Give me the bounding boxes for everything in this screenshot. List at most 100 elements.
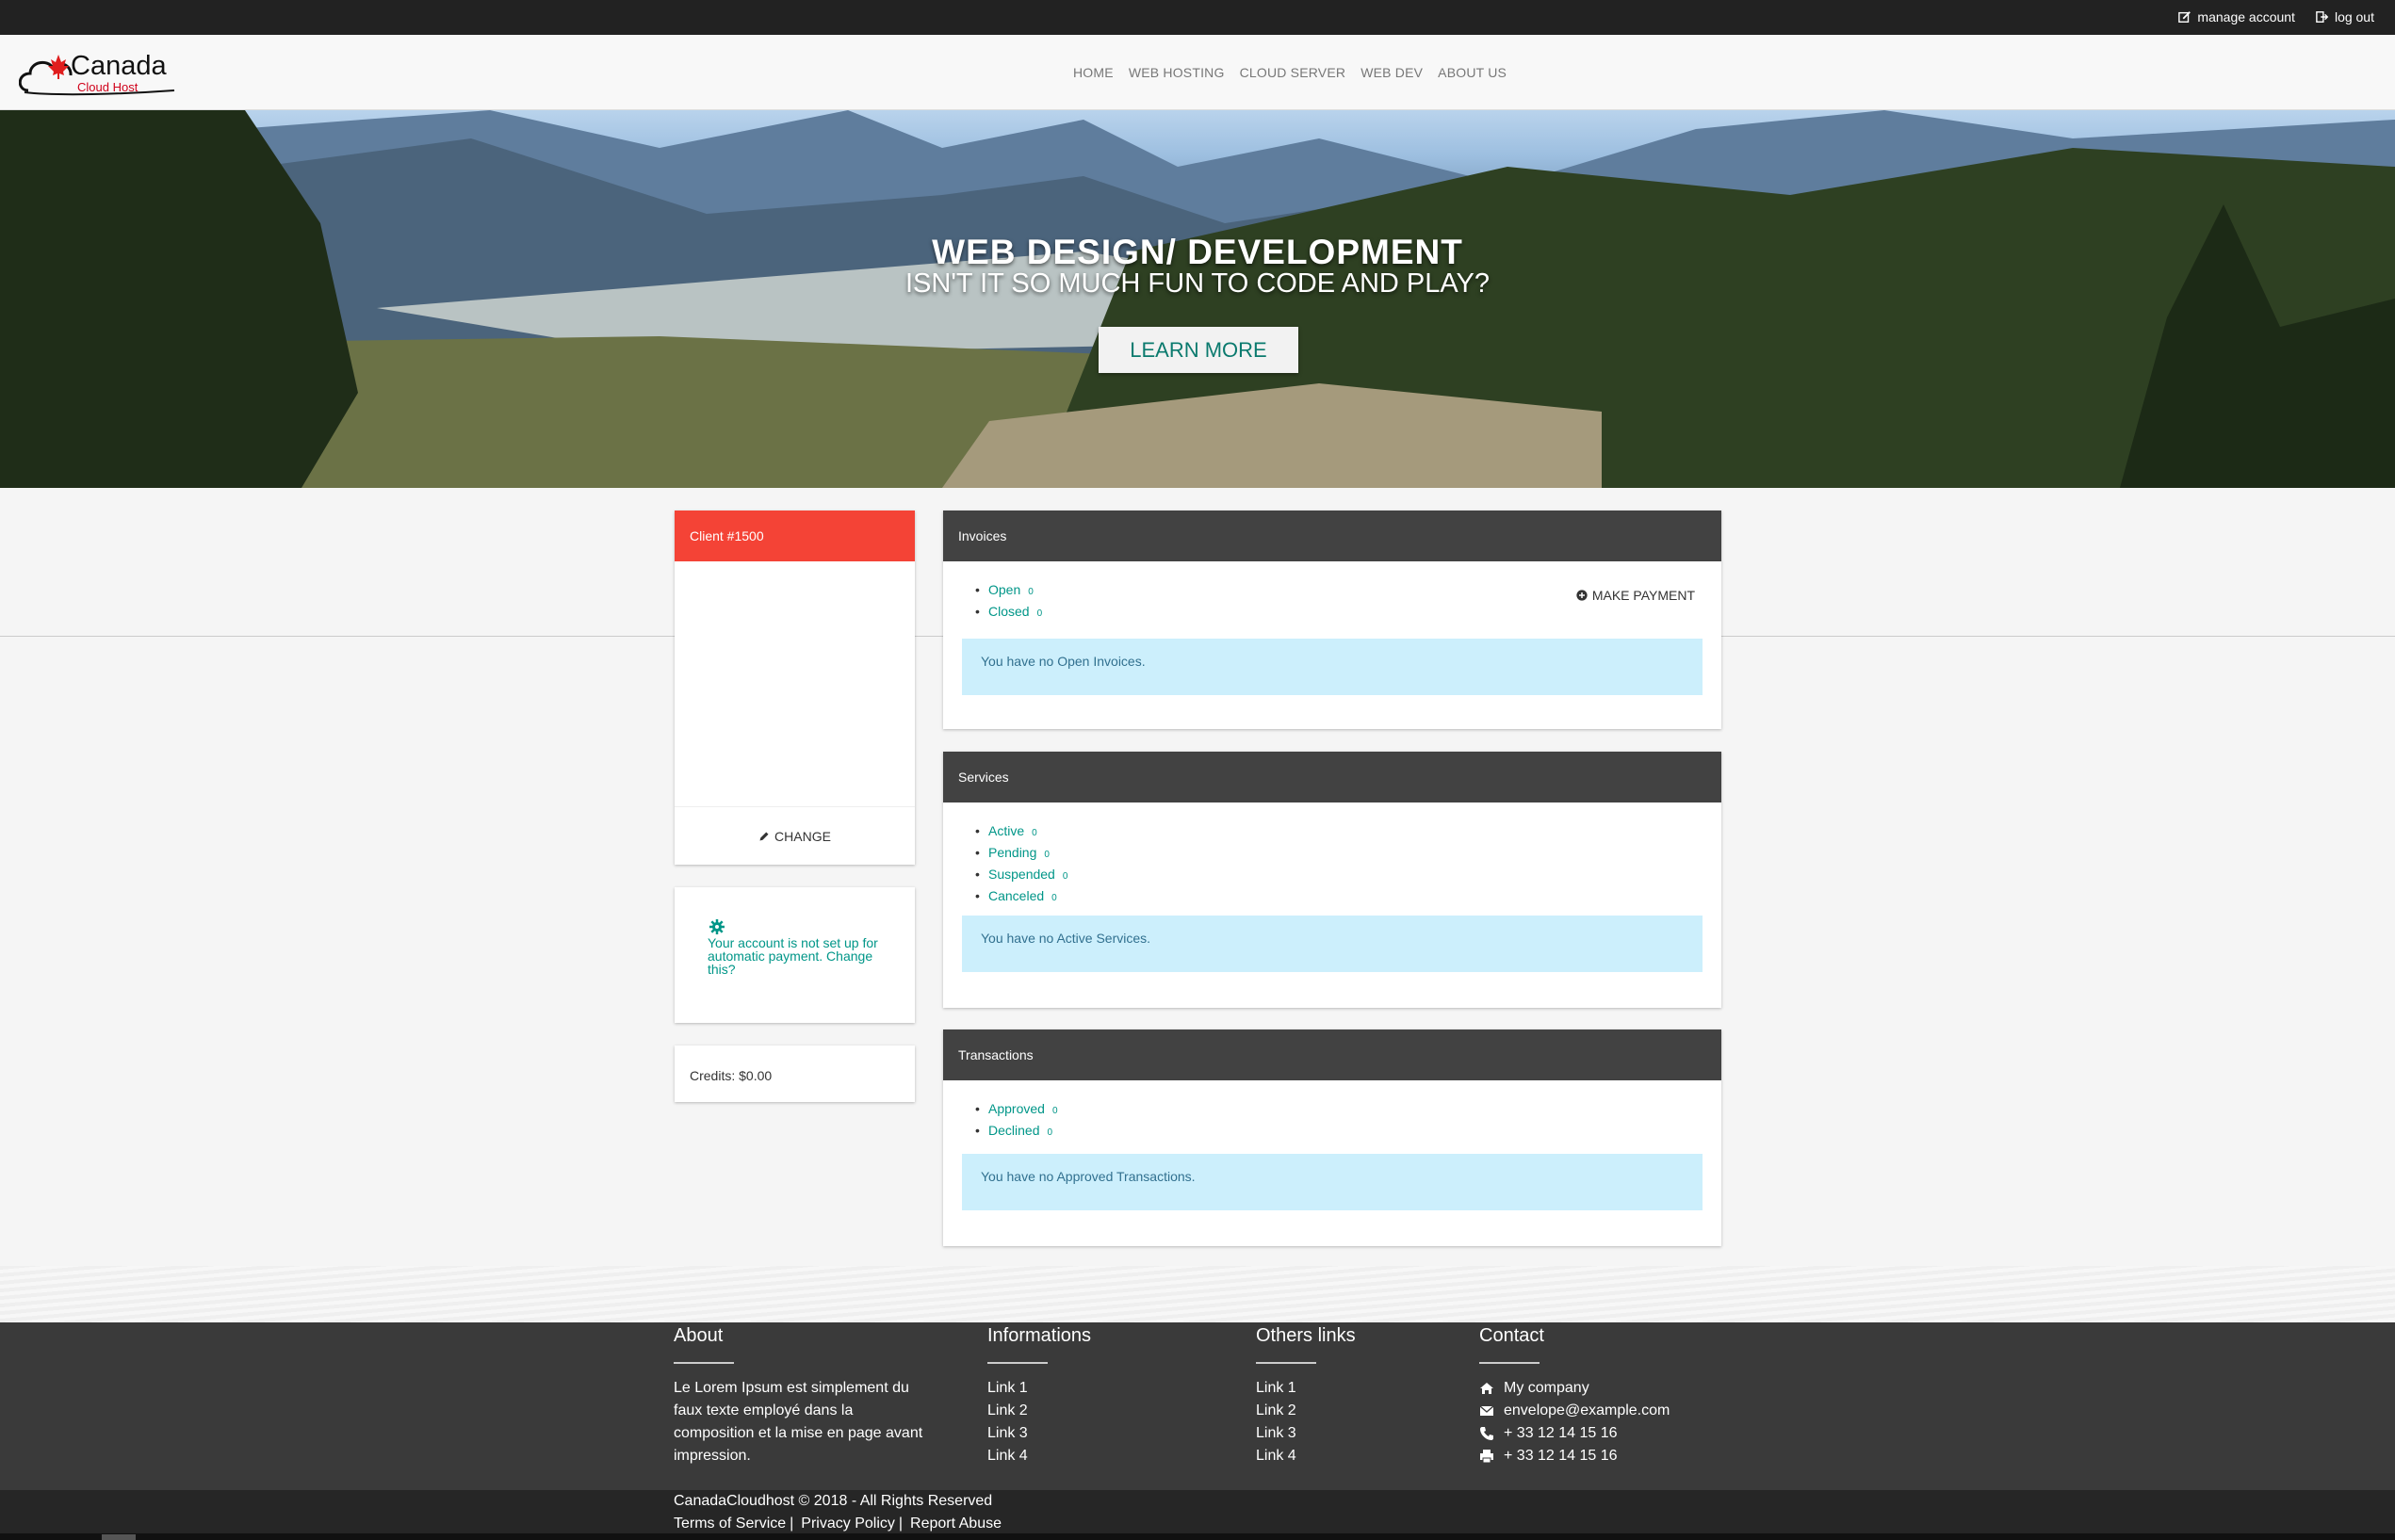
hero-subtitle: ISN'T IT SO MUCH FUN TO CODE AND PLAY?	[904, 268, 1491, 299]
footer-info-link-2[interactable]: Link 2	[987, 1400, 1176, 1422]
invoice-open-label: Open	[988, 582, 1021, 597]
services-header: Services	[943, 752, 1721, 802]
footer-info-link-4[interactable]: Link 4	[987, 1445, 1176, 1467]
nav-about-us[interactable]: ABOUT US	[1438, 65, 1507, 80]
service-active-label: Active	[988, 823, 1025, 838]
footer-others: Others links Link 1 Link 2 Link 3 Link 4	[1256, 1322, 1444, 1467]
footer-others-title: Others links	[1256, 1325, 1356, 1346]
credits-value: Credits: $0.00	[690, 1068, 773, 1083]
account-links: manage account log out	[2178, 9, 2374, 24]
nav-cloud-server[interactable]: CLOUD SERVER	[1240, 65, 1346, 80]
footer-divider	[1479, 1362, 1540, 1364]
transactions-panel: Transactions Approved0 Declined0 You hav…	[943, 1029, 1721, 1246]
list-item[interactable]: Canceled 0	[975, 886, 1721, 908]
contact-email[interactable]: envelope@example.com	[1479, 1400, 1743, 1422]
main-nav: HOME WEB HOSTING CLOUD SERVER WEB DEV AB…	[1073, 65, 1507, 80]
footer-divider	[987, 1362, 1048, 1364]
footer-about-title: About	[674, 1325, 724, 1346]
change-button[interactable]: CHANGE	[675, 806, 915, 865]
auto-payment-text: Your account is not set up for automatic…	[708, 935, 878, 977]
top-bar: manage account log out	[0, 0, 2395, 35]
manage-account-label: manage account	[2197, 9, 2295, 24]
change-label: CHANGE	[774, 828, 831, 844]
report-abuse-link[interactable]: Report Abuse	[910, 1513, 1002, 1535]
transaction-declined-count: 0	[1047, 1127, 1053, 1138]
contact-phone: + 33 12 14 15 16	[1479, 1422, 1743, 1445]
footer-other-link-1[interactable]: Link 1	[1256, 1377, 1444, 1400]
privacy-policy-link[interactable]: Privacy Policy	[801, 1513, 895, 1535]
pencil-icon	[759, 832, 769, 840]
invoices-panel: Invoices Open 0 Closed 0 MAKE PAYMENT You …	[943, 511, 1721, 729]
service-suspended-label: Suspended	[988, 867, 1055, 882]
hero-banner: WEB DESIGN/ DEVELOPMENT ISN'T IT SO MUCH…	[0, 110, 2395, 488]
services-panel: Services Active 0 Pending 0 Suspended 0 Can…	[943, 752, 1721, 1008]
footer-about: About Le Lorem Ipsum est simplement du f…	[674, 1322, 928, 1467]
footer-other-link-2[interactable]: Link 2	[1256, 1400, 1444, 1422]
hero-title: WEB DESIGN/ DEVELOPMENT	[932, 233, 1463, 271]
footer-informations: Informations Link 1 Link 2 Link 3 Link 4	[987, 1322, 1176, 1467]
list-item[interactable]: Closed 0	[975, 602, 1721, 624]
learn-more-button[interactable]: LEARN MORE	[1099, 327, 1298, 373]
contact-fax-text: + 33 12 14 15 16	[1504, 1448, 1618, 1464]
transactions-header: Transactions	[943, 1029, 1721, 1080]
nav-home[interactable]: HOME	[1073, 65, 1114, 80]
phone-icon	[1480, 1427, 1493, 1440]
service-active-count: 0	[1032, 828, 1037, 838]
service-pending-label: Pending	[988, 845, 1037, 860]
plus-circle-icon	[1576, 590, 1588, 601]
horizontal-scrollbar[interactable]	[0, 1533, 2395, 1540]
nav-web-dev[interactable]: WEB DEV	[1360, 65, 1423, 80]
site-header: Canada Cloud Host HOME WEB HOSTING CLOUD…	[0, 35, 2395, 110]
contact-fax: + 33 12 14 15 16	[1479, 1445, 1743, 1467]
invoice-open-count: 0	[1028, 587, 1034, 597]
services-list: Active 0 Pending 0 Suspended 0 Canceled 0	[943, 821, 1721, 908]
manage-account-link[interactable]: manage account	[2178, 9, 2295, 24]
footer-info-link-1[interactable]: Link 1	[987, 1377, 1176, 1400]
footer-divider	[1256, 1362, 1316, 1364]
transaction-approved-count: 0	[1051, 1106, 1058, 1116]
envelope-icon	[1479, 1405, 1494, 1416]
auto-payment-card: Your account is not set up for automatic…	[675, 887, 915, 1023]
service-canceled-count: 0	[1051, 893, 1057, 903]
services-empty-alert: You have no Active Services.	[962, 916, 1703, 972]
print-icon	[1480, 1450, 1493, 1464]
credits-card: Credits: $0.00	[675, 1046, 915, 1102]
logo-subtext: Cloud Host	[77, 80, 138, 94]
auto-payment-link[interactable]: Your account is not set up for automatic…	[708, 919, 896, 976]
invoice-closed-count: 0	[1036, 608, 1043, 619]
list-item[interactable]: Declined 0	[975, 1121, 1721, 1143]
list-item[interactable]: Suspended 0	[975, 865, 1721, 886]
service-canceled-label: Canceled	[988, 888, 1045, 903]
contact-company: My company	[1479, 1377, 1743, 1400]
list-item[interactable]: Approved 0	[975, 1099, 1721, 1121]
decorative-wave-band	[0, 1266, 2395, 1322]
log-out-label: log out	[2334, 9, 2374, 24]
contact-phone-text: + 33 12 14 15 16	[1504, 1425, 1618, 1441]
logo-text: Canada	[71, 51, 167, 81]
contact-email-text: envelope@example.com	[1504, 1402, 1670, 1418]
footer-divider	[674, 1362, 734, 1364]
transactions-list: Approved0 Declined0	[943, 1099, 1721, 1143]
transaction-approved-label: Approved	[988, 1101, 1045, 1116]
list-item[interactable]: Pending 0	[975, 843, 1721, 865]
log-out-link[interactable]: log out	[2316, 9, 2374, 24]
list-item[interactable]: Active 0	[975, 821, 1721, 843]
nav-web-hosting[interactable]: WEB HOSTING	[1129, 65, 1225, 80]
invoice-closed-label: Closed	[988, 604, 1030, 619]
edit-icon	[2178, 11, 2191, 23]
footer-other-link-3[interactable]: Link 3	[1256, 1422, 1444, 1445]
footer-about-text: Le Lorem Ipsum est simplement du faux te…	[674, 1380, 923, 1464]
site-logo[interactable]: Canada Cloud Host	[19, 49, 179, 96]
copyright-text: CanadaCloudhost © 2018 - All Rights Rese…	[674, 1493, 993, 1509]
client-header: Client #1500	[675, 511, 915, 561]
make-payment-button[interactable]: MAKE PAYMENT	[1576, 588, 1695, 603]
transactions-empty-alert: You have no Approved Transactions.	[962, 1154, 1703, 1210]
service-pending-count: 0	[1044, 850, 1050, 860]
terms-of-service-link[interactable]: Terms of Service	[674, 1513, 786, 1535]
site-footer: About Le Lorem Ipsum est simplement du f…	[0, 1322, 2395, 1490]
make-payment-label: MAKE PAYMENT	[1591, 588, 1695, 603]
legal-links: Terms of Service | Privacy Policy | Report…	[674, 1513, 1002, 1535]
footer-other-link-4[interactable]: Link 4	[1256, 1445, 1444, 1467]
contact-company-text: My company	[1504, 1380, 1589, 1396]
footer-info-link-3[interactable]: Link 3	[987, 1422, 1176, 1445]
